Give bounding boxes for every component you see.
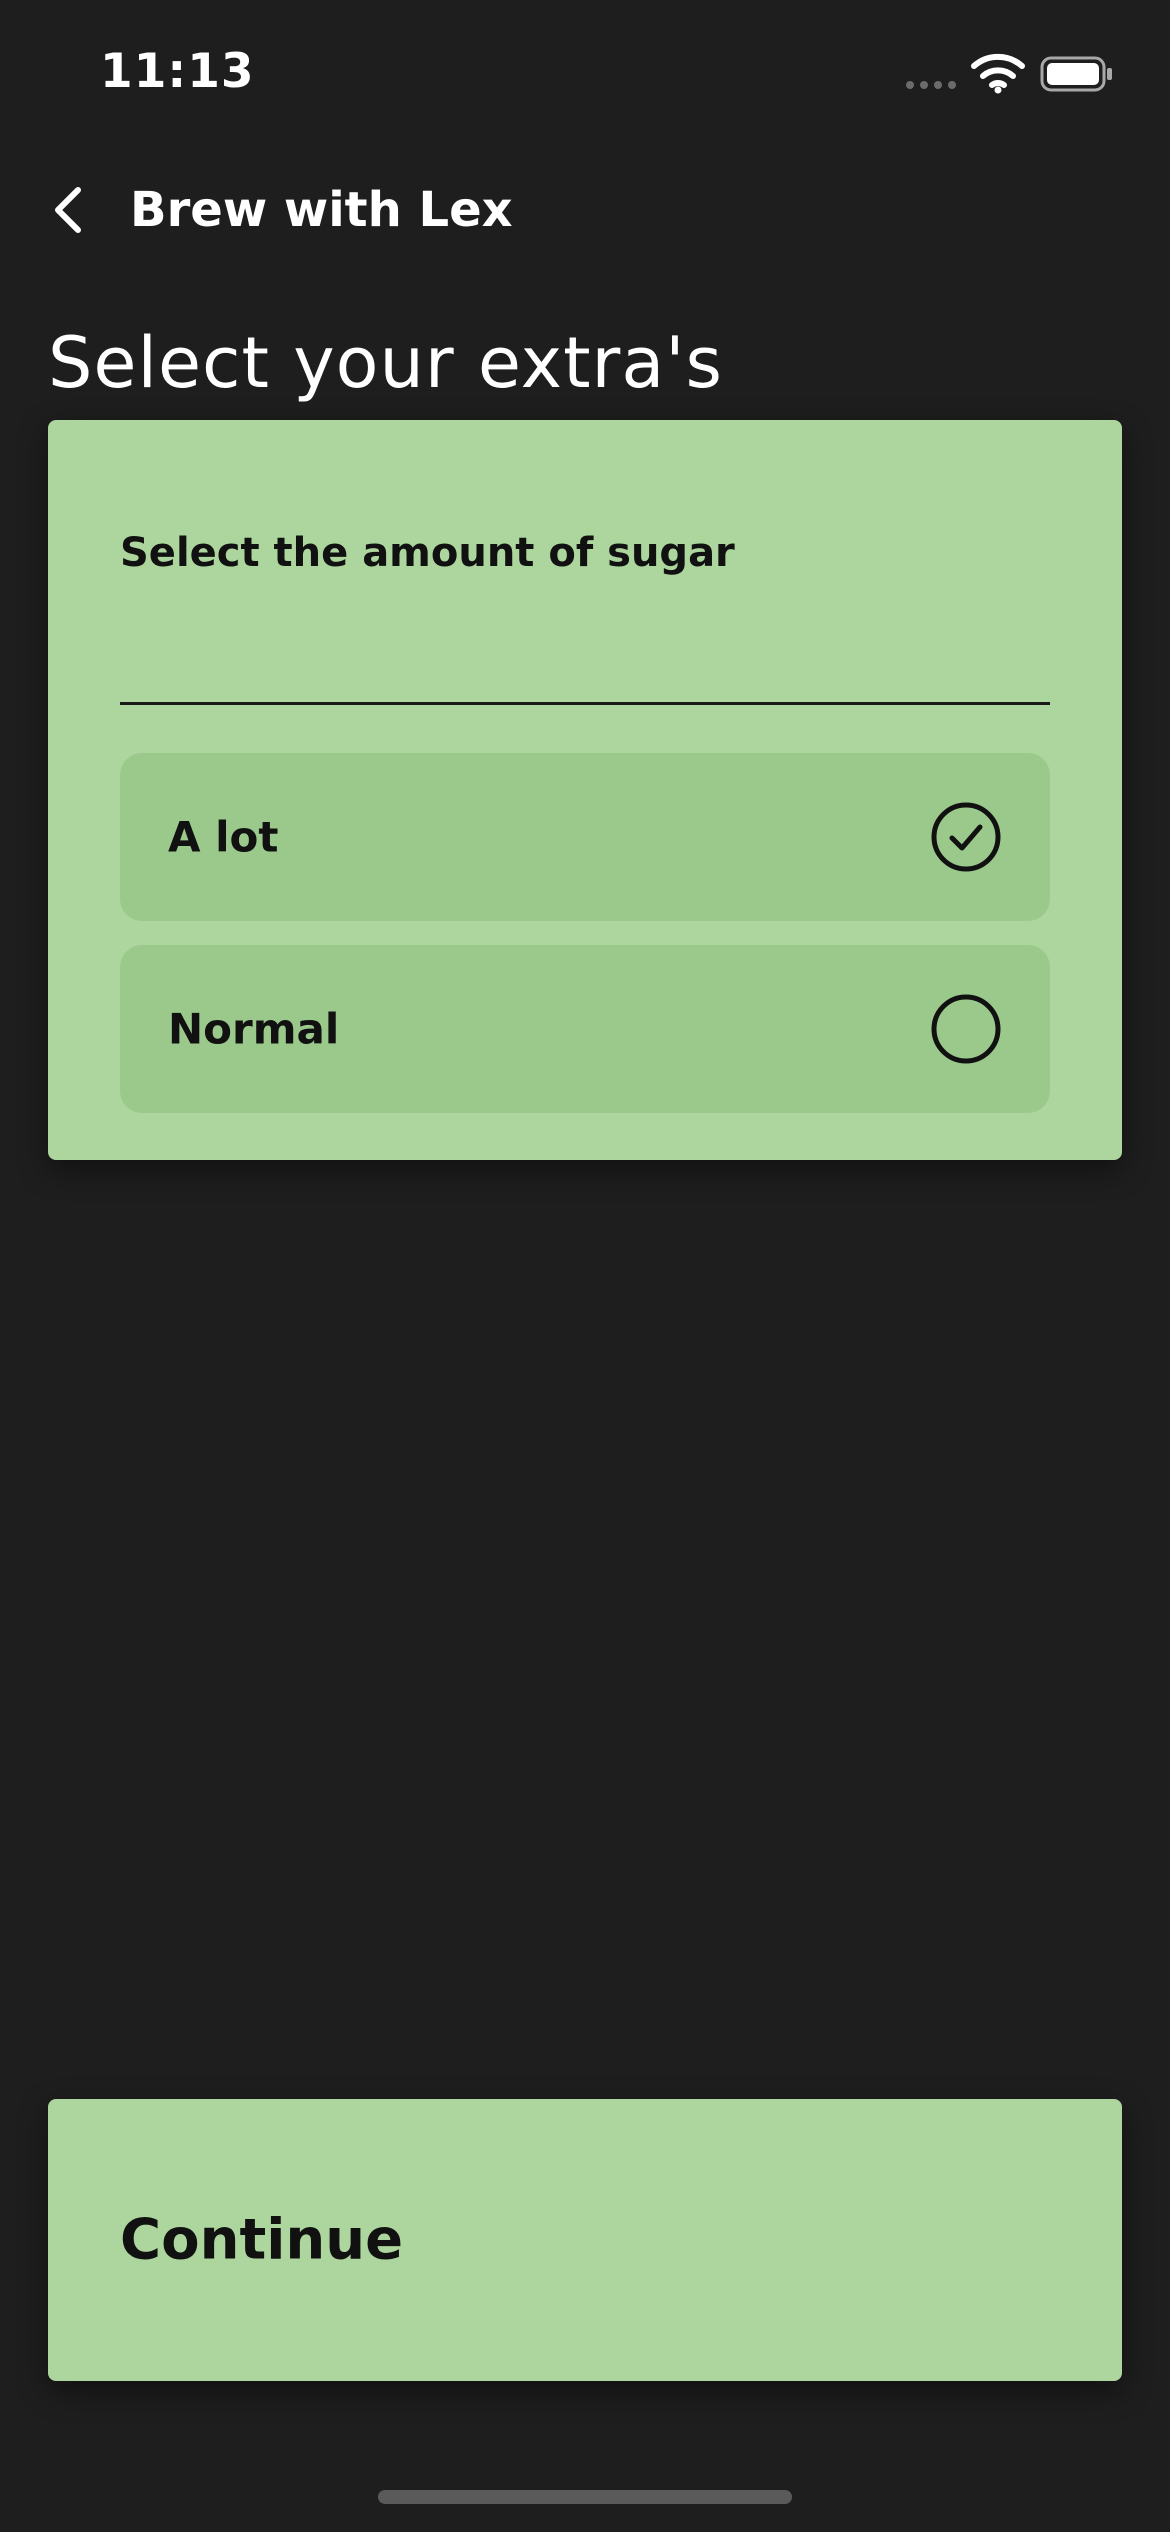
- empty-circle-icon: [931, 994, 1001, 1064]
- navigation-bar: Brew with Lex: [0, 170, 1170, 250]
- battery-icon: [1040, 56, 1112, 92]
- signal-icon: [906, 81, 956, 89]
- chevron-left-icon: [55, 187, 81, 233]
- back-button-label: Brew with Lex: [130, 182, 513, 238]
- option-label: Normal: [168, 1004, 340, 1054]
- sugar-card-heading: Select the amount of sugar: [120, 530, 735, 576]
- option-a-lot[interactable]: A lot: [120, 753, 1050, 921]
- status-time: 11:13: [100, 44, 255, 99]
- option-normal[interactable]: Normal: [120, 945, 1050, 1113]
- page-title: Select your extra's: [48, 321, 723, 404]
- divider: [120, 702, 1050, 705]
- check-circle-icon: [931, 802, 1001, 872]
- continue-button[interactable]: Continue: [48, 2099, 1122, 2381]
- sugar-options-card: Select the amount of sugar A lot Normal: [48, 420, 1122, 1160]
- wifi-icon: [971, 53, 1025, 94]
- continue-button-label: Continue: [120, 2207, 404, 2273]
- home-indicator: [378, 2490, 792, 2504]
- back-button[interactable]: Brew with Lex: [48, 170, 513, 250]
- option-label: A lot: [168, 812, 279, 862]
- status-bar: 11:13: [0, 0, 1170, 150]
